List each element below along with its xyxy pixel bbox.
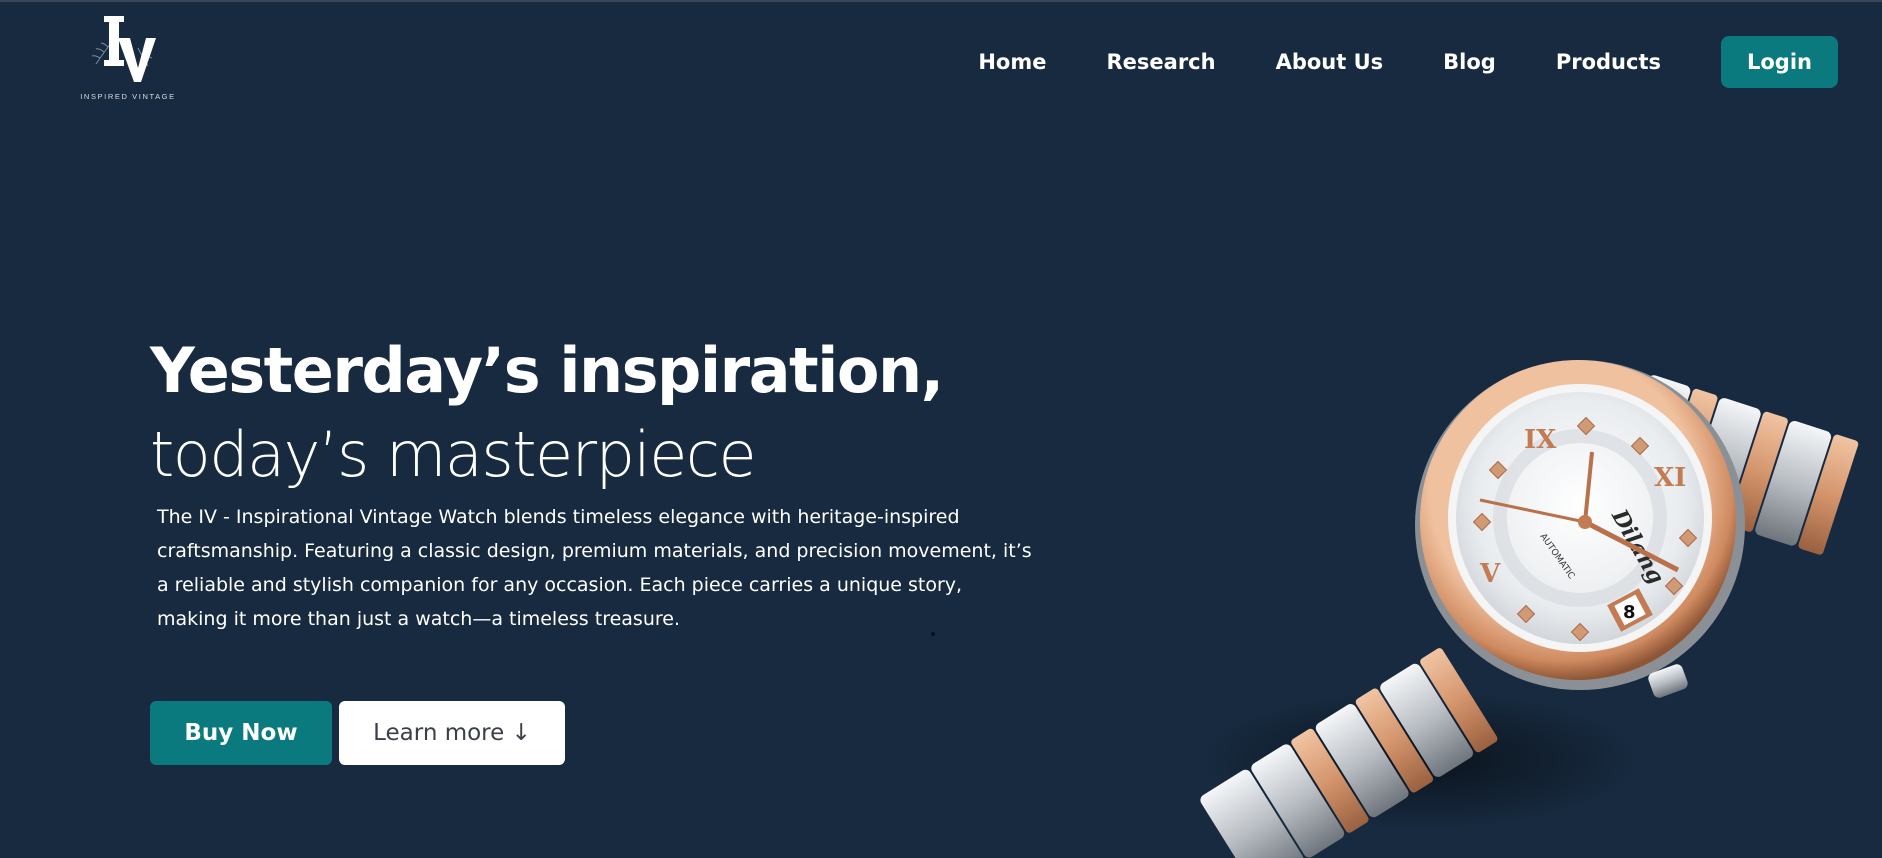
buy-now-button[interactable]: Buy Now <box>150 701 332 765</box>
main-nav: Home Research About Us Blog Products Log… <box>978 36 1838 88</box>
watch-image: IX XI V Dilang AUTOMATIC 8 <box>1160 340 1882 858</box>
hero-actions: Buy Now Learn more ↓ <box>150 701 565 765</box>
login-button[interactable]: Login <box>1721 36 1838 88</box>
nav-products[interactable]: Products <box>1556 36 1661 88</box>
svg-text:V: V <box>1479 559 1501 589</box>
top-border <box>0 0 1882 2</box>
watch-date: 8 <box>1623 602 1636 623</box>
logo-caption: INSPIRED VINTAGE <box>80 92 176 101</box>
nav-about-us[interactable]: About Us <box>1276 36 1384 88</box>
svg-text:XI: XI <box>1654 463 1686 493</box>
nav-research[interactable]: Research <box>1107 36 1216 88</box>
brand-logo[interactable]: INSPIRED VINTAGE <box>78 12 178 104</box>
stray-dot <box>931 632 935 636</box>
svg-text:IX: IX <box>1524 425 1557 455</box>
hero-title: Yesterday’s inspiration, <box>150 334 944 407</box>
learn-more-button[interactable]: Learn more ↓ <box>339 701 565 765</box>
hero-subtitle: today’s masterpiece <box>150 418 757 491</box>
nav-blog[interactable]: Blog <box>1443 36 1496 88</box>
hero-description: The IV - Inspirational Vintage Watch ble… <box>157 506 1032 630</box>
nav-home[interactable]: Home <box>978 36 1046 88</box>
logo-monogram-icon <box>91 16 156 82</box>
